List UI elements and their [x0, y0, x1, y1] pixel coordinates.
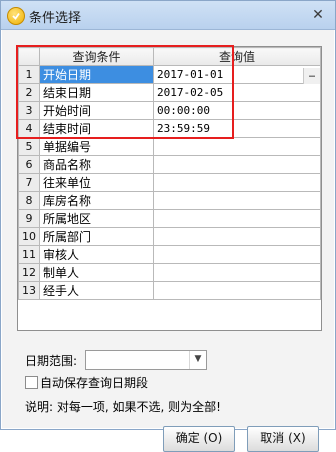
row-value[interactable] [153, 155, 321, 174]
condition-grid: 查询条件 查询值 1 开始日期 2017-01-01… 2 结束日期 2017-02-05… [17, 46, 322, 331]
row-value[interactable] [153, 173, 321, 192]
row-index: 5 [18, 137, 40, 156]
row-index: 12 [18, 263, 40, 282]
note-text: 说明: 对每一项, 如果不选, 则为全部! [25, 400, 221, 414]
row-index: 11 [18, 245, 40, 264]
date-range-label: 日期范围: [25, 354, 78, 368]
row-value[interactable] [153, 191, 321, 210]
table-row[interactable]: 11 审核人 [18, 245, 321, 264]
table-row[interactable]: 2 结束日期 2017-02-05 [18, 83, 321, 102]
row-index: 6 [18, 155, 40, 174]
row-value[interactable] [153, 227, 321, 246]
table-row[interactable]: 1 开始日期 2017-01-01 … [18, 65, 321, 84]
row-index: 10 [18, 227, 40, 246]
chevron-down-icon[interactable]: ▼ [189, 351, 206, 369]
row-label[interactable]: 商品名称 [38, 155, 155, 174]
row-value[interactable]: 00:00:00 [153, 101, 321, 120]
row-value-text: 00:00:00 [157, 104, 210, 117]
table-row[interactable]: 5 单据编号 [18, 137, 321, 156]
row-index: 7 [18, 173, 40, 192]
table-row[interactable]: 4 结束时间 23:59:59 [18, 119, 321, 138]
window-title: 条件选择 [29, 11, 82, 26]
row-label[interactable]: 结束日期 [38, 83, 155, 102]
row-label[interactable]: 审核人 [38, 245, 155, 264]
row-index: 13 [18, 281, 40, 300]
row-index: 3 [18, 101, 40, 120]
app-icon [7, 7, 25, 25]
table-row[interactable]: 12 制单人 [18, 263, 321, 282]
row-value[interactable]: 2017-02-05 [153, 83, 321, 102]
row-label[interactable]: 开始日期 [38, 65, 155, 84]
row-value[interactable] [153, 281, 321, 300]
table-row[interactable]: 6 商品名称 [18, 155, 321, 174]
condition-table: 查询条件 查询值 1 开始日期 2017-01-01… 2 结束日期 2017-02-05… [18, 47, 321, 300]
dialog-content: 查询条件 查询值 1 开始日期 2017-01-01… 2 结束日期 2017-02-05… [2, 30, 334, 452]
row-label[interactable]: 所属部门 [38, 227, 155, 246]
row-value-text: 2017-02-05 [157, 86, 224, 99]
row-label[interactable]: 往来单位 [38, 173, 155, 192]
row-value[interactable] [153, 137, 321, 156]
row-value[interactable]: 2017-01-01 … [153, 65, 321, 84]
table-row[interactable]: 8 库房名称 [18, 191, 321, 210]
row-value[interactable]: 23:59:59 [153, 119, 321, 138]
auto-save-label[interactable]: 自动保存查询日期段 [40, 374, 148, 391]
row-value[interactable] [153, 263, 321, 282]
dialog-window: 条件选择 ✕ 查询条件 查询值 1 开始日期 2017-01-01… 2 结束日期 201… [0, 0, 336, 452]
row-index: 4 [18, 119, 40, 138]
row-index: 8 [18, 191, 40, 210]
table-row[interactable]: 9 所属地区 [18, 209, 321, 228]
row-value[interactable] [153, 209, 321, 228]
table-row[interactable]: 7 往来单位 [18, 173, 321, 192]
row-index: 2 [18, 83, 40, 102]
row-label[interactable]: 开始时间 [38, 101, 155, 120]
row-label[interactable]: 库房名称 [38, 191, 155, 210]
table-row[interactable]: 3 开始时间 00:00:00 [18, 101, 321, 120]
row-value-text: 23:59:59 [157, 122, 210, 135]
condition-column-header: 查询条件 [38, 47, 155, 66]
row-label[interactable]: 单据编号 [38, 137, 155, 156]
value-column-header: 查询值 [153, 47, 321, 66]
row-label[interactable]: 结束时间 [38, 119, 155, 138]
table-row[interactable]: 13 经手人 [18, 281, 321, 300]
date-range-select[interactable]: ▼ [85, 350, 207, 370]
row-index: 1 [18, 65, 40, 84]
row-label[interactable]: 制单人 [38, 263, 155, 282]
table-header-row: 查询条件 查询值 [18, 47, 321, 66]
close-icon[interactable]: ✕ [309, 6, 327, 24]
auto-save-checkbox[interactable] [25, 376, 38, 389]
row-value-text: 2017-01-01 [157, 68, 224, 81]
ellipsis-button[interactable]: … [303, 68, 320, 84]
table-row[interactable]: 10 所属部门 [18, 227, 321, 246]
row-index: 9 [18, 209, 40, 228]
row-value[interactable] [153, 245, 321, 264]
row-label[interactable]: 所属地区 [38, 209, 155, 228]
row-label[interactable]: 经手人 [38, 281, 155, 300]
title-bar: 条件选择 ✕ [1, 1, 335, 30]
index-column-header [18, 47, 40, 66]
